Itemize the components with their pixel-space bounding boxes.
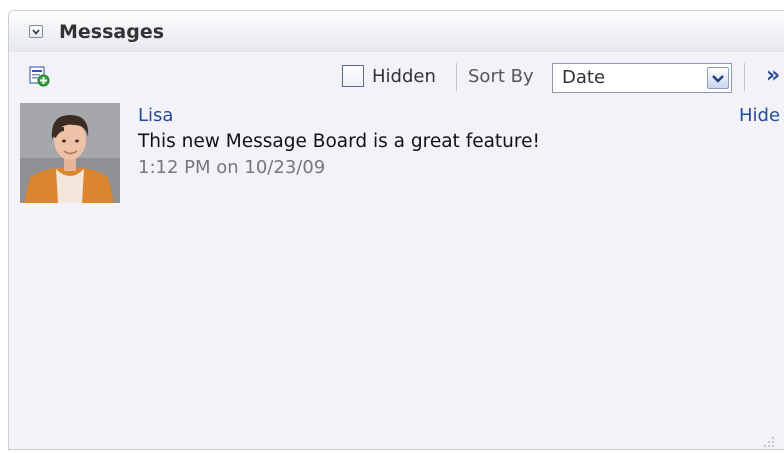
messages-panel: Messages Hidden Sort By Date » Lisa This…: [8, 10, 784, 450]
resize-grip-icon: [764, 437, 774, 447]
sort-by-select[interactable]: Date: [552, 63, 732, 93]
user-photo-icon: [20, 103, 120, 203]
sort-by-label: Sort By: [468, 66, 534, 87]
collapse-toggle-button[interactable]: [29, 25, 43, 38]
resize-handle[interactable]: [761, 433, 775, 447]
chevron-down-icon: [32, 29, 40, 35]
panel-title: Messages: [59, 21, 165, 43]
chevron-down-icon: [712, 75, 724, 83]
hidden-checkbox-label[interactable]: Hidden: [372, 66, 436, 88]
toolbar-overflow-button[interactable]: »: [766, 64, 780, 88]
hidden-checkbox[interactable]: [342, 65, 364, 87]
message-item: Lisa This new Message Board is a great f…: [9, 101, 784, 205]
message-author-link[interactable]: Lisa: [138, 105, 173, 127]
avatar: [20, 103, 120, 203]
messages-toolbar: Hidden Sort By Date »: [9, 59, 784, 95]
message-timestamp: 1:12 PM on 10/23/09: [138, 157, 326, 178]
toolbar-divider: [744, 63, 745, 91]
toolbar-divider: [456, 63, 457, 91]
add-message-icon: [29, 66, 50, 87]
sort-dropdown-button[interactable]: [707, 67, 729, 89]
sort-by-selected-value: Date: [562, 67, 606, 88]
hide-message-link[interactable]: Hide: [739, 105, 780, 127]
add-message-button[interactable]: [28, 65, 50, 87]
message-text: This new Message Board is a great featur…: [138, 131, 540, 152]
panel-header: Messages: [9, 11, 784, 52]
